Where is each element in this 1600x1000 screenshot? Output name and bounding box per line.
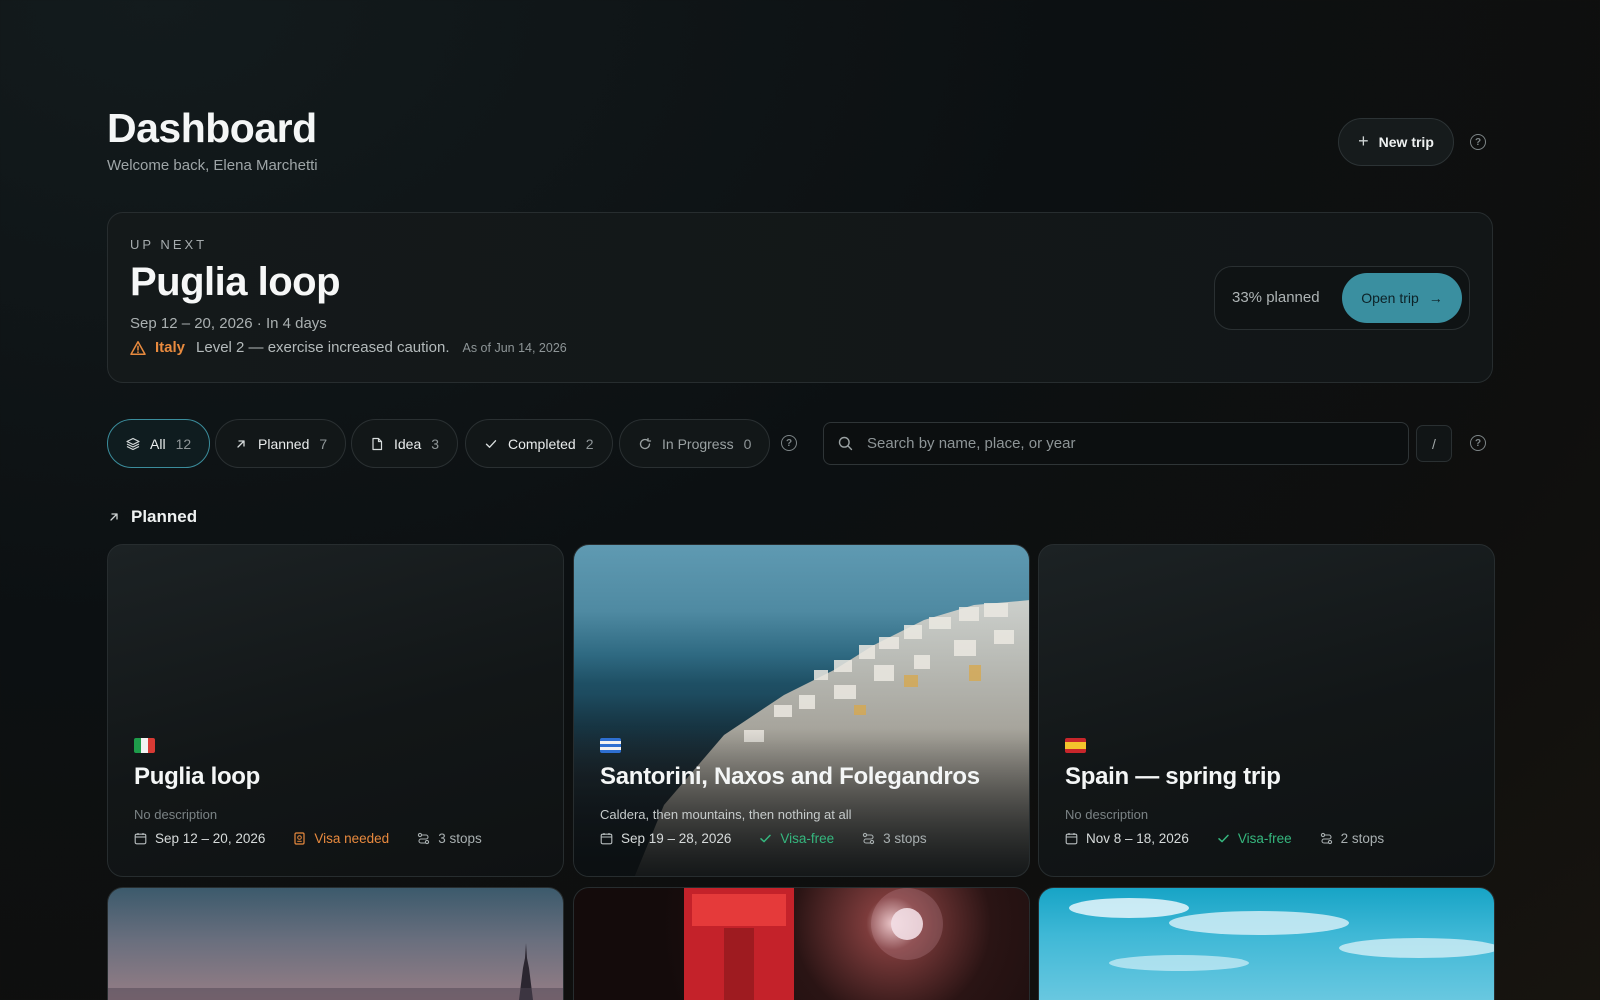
italy-flag-icon bbox=[134, 738, 155, 753]
filter-label: All bbox=[150, 435, 166, 452]
trip-card-cover-sky[interactable] bbox=[1038, 887, 1495, 1000]
route-icon bbox=[1320, 832, 1332, 845]
arrow-right-icon: → bbox=[1428, 290, 1443, 306]
trip-title: Puglia loop bbox=[134, 763, 261, 790]
advisory-level: Level 2 — exercise increased caution. bbox=[196, 339, 450, 356]
passport-icon bbox=[294, 832, 305, 845]
trip-card-puglia[interactable]: Puglia loop No description Sep 12 – 20, … bbox=[107, 544, 564, 877]
greece-flag-icon bbox=[600, 738, 621, 753]
visa-status: Visa needed bbox=[314, 831, 390, 846]
trip-meta: Sep 12 – 20, 2026 Visa needed 3 stops bbox=[134, 831, 482, 846]
up-next-label: UP NEXT bbox=[130, 237, 208, 252]
filter-label: Idea bbox=[394, 435, 422, 452]
search-help-icon[interactable]: ? bbox=[1470, 435, 1486, 451]
filter-count: 0 bbox=[743, 435, 752, 452]
section-header-planned: Planned bbox=[107, 507, 197, 527]
trip-description: No description bbox=[1065, 807, 1149, 822]
calendar-icon bbox=[1065, 833, 1078, 845]
santorini-cover-image bbox=[574, 545, 1029, 876]
trip-card-cover-sunset[interactable] bbox=[107, 887, 564, 1000]
trip-description: No description bbox=[134, 807, 218, 822]
calendar-icon bbox=[134, 833, 147, 845]
help-icon[interactable]: ? bbox=[1470, 134, 1486, 150]
check-icon bbox=[485, 439, 497, 448]
progress-text: 33% planned bbox=[1232, 289, 1320, 306]
document-icon bbox=[372, 437, 383, 450]
filter-count: 3 bbox=[431, 435, 440, 452]
search-field[interactable]: Search by name, place, or year bbox=[823, 422, 1409, 465]
advisory-date: As of Jun 14, 2026 bbox=[462, 340, 567, 355]
trip-card-santorini[interactable]: Santorini, Naxos and Folegandros Caldera… bbox=[573, 544, 1030, 877]
filter-chip-all[interactable]: All 12 bbox=[107, 419, 211, 468]
arrow-up-right-icon bbox=[237, 439, 245, 448]
calendar-icon bbox=[600, 833, 613, 845]
filter-count: 2 bbox=[585, 435, 594, 452]
clouds-image bbox=[1069, 898, 1494, 971]
filter-chip-completed[interactable]: Completed 2 bbox=[465, 419, 613, 468]
spain-flag-icon bbox=[1065, 738, 1086, 753]
arrow-up-right-icon bbox=[110, 513, 118, 521]
trip-card-spain[interactable]: Spain — spring trip No description Nov 8… bbox=[1038, 544, 1495, 877]
up-next-dates: Sep 12 – 20, 2026 · In 4 days bbox=[130, 315, 327, 332]
open-trip-button[interactable]: Open trip → bbox=[1342, 273, 1462, 323]
warning-icon bbox=[130, 340, 146, 355]
trip-dates: Sep 12 – 20, 2026 bbox=[155, 831, 266, 846]
filter-count: 7 bbox=[319, 435, 328, 452]
open-trip-label: Open trip bbox=[1361, 290, 1419, 306]
trip-card-cover-neon[interactable] bbox=[573, 887, 1030, 1000]
filter-count: 12 bbox=[175, 435, 192, 452]
filter-chip-idea[interactable]: Idea 3 bbox=[351, 419, 459, 468]
filter-chip-planned[interactable]: Planned 7 bbox=[215, 419, 347, 468]
page-title: Dashboard bbox=[107, 105, 317, 151]
neon-sign-image bbox=[684, 888, 943, 1000]
section-title: Planned bbox=[131, 507, 198, 526]
trip-stops: 3 stops bbox=[883, 831, 927, 846]
visa-status: Visa-free bbox=[1237, 831, 1292, 846]
search-icon bbox=[838, 436, 853, 451]
up-next-title: Puglia loop bbox=[130, 260, 341, 304]
trip-dates: Sep 19 – 28, 2026 bbox=[621, 831, 732, 846]
trip-meta: Nov 8 – 18, 2026 Visa-free 2 stops bbox=[1065, 831, 1384, 846]
check-icon bbox=[760, 834, 772, 843]
travel-advisory: Italy Level 2 — exercise increased cauti… bbox=[130, 339, 567, 356]
filter-chip-in-progress[interactable]: In Progress 0 bbox=[619, 419, 771, 468]
trip-meta: Sep 19 – 28, 2026 Visa-free 3 stops bbox=[600, 831, 927, 846]
layers-icon bbox=[126, 437, 140, 450]
filter-help-icon[interactable]: ? bbox=[781, 435, 797, 451]
trip-stops: 3 stops bbox=[438, 831, 482, 846]
route-icon bbox=[418, 832, 430, 845]
trip-title: Santorini, Naxos and Folegandros bbox=[600, 763, 980, 790]
trip-dates: Nov 8 – 18, 2026 bbox=[1086, 831, 1189, 846]
search-placeholder: Search by name, place, or year bbox=[867, 435, 1076, 452]
advisory-country: Italy bbox=[155, 339, 186, 356]
check-icon bbox=[1218, 834, 1229, 843]
trip-title: Spain — spring trip bbox=[1065, 763, 1281, 790]
visa-status: Visa-free bbox=[780, 831, 835, 846]
tower-silhouette-image bbox=[108, 943, 563, 1000]
filter-label: Completed bbox=[508, 435, 576, 452]
plus-icon: + bbox=[1358, 130, 1369, 151]
filter-label: In Progress bbox=[662, 435, 734, 452]
refresh-icon bbox=[639, 437, 652, 449]
welcome-message: Welcome back, Elena Marchetti bbox=[107, 157, 318, 174]
trip-stops: 2 stops bbox=[1340, 831, 1385, 846]
new-trip-button[interactable]: + New trip bbox=[1338, 118, 1454, 166]
search-shortcut-key: / bbox=[1416, 425, 1452, 462]
route-icon bbox=[862, 832, 875, 845]
filter-label: Planned bbox=[258, 435, 310, 452]
new-trip-label: New trip bbox=[1378, 134, 1434, 150]
trip-description: Caldera, then mountains, then nothing at… bbox=[600, 807, 852, 822]
